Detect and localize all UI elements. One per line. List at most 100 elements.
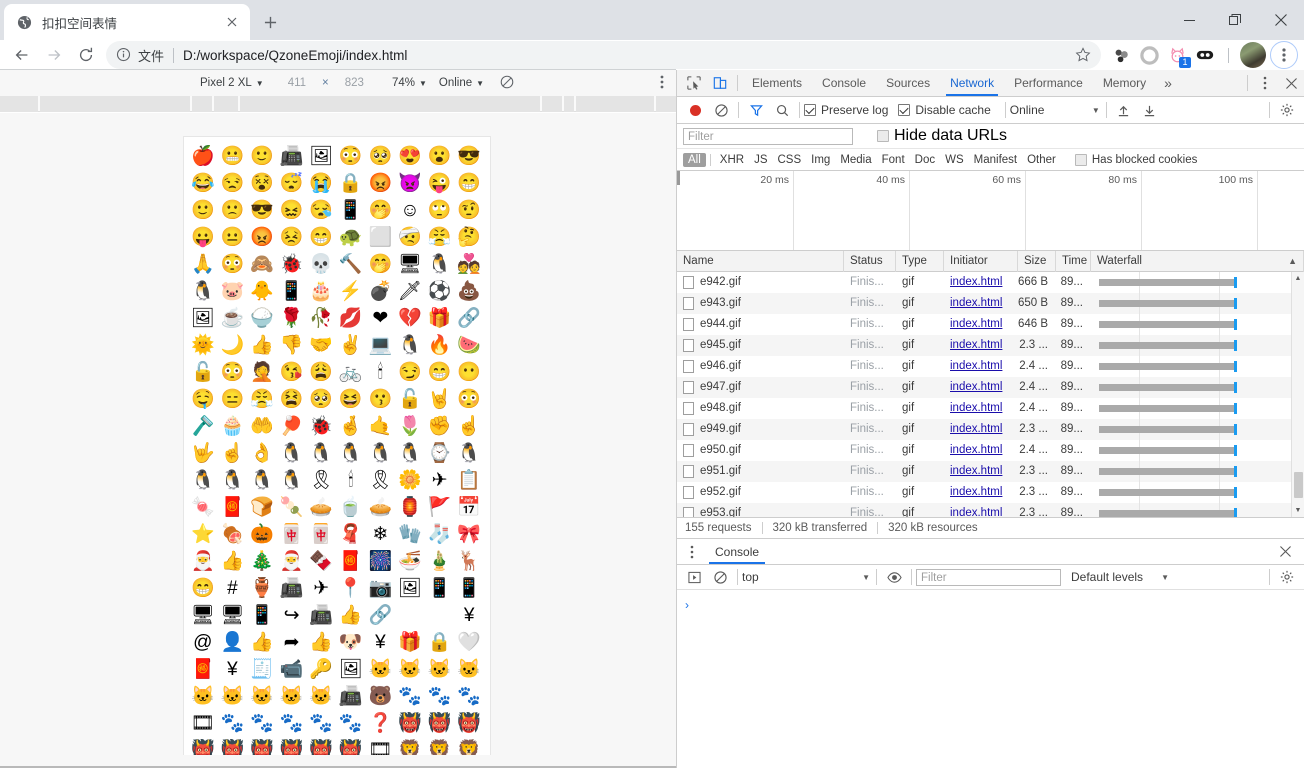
type-filter-css[interactable]: CSS — [772, 153, 806, 167]
disable-cache-checkbox[interactable]: Disable cache — [898, 103, 991, 117]
emoji-cell[interactable]: ✈ — [425, 467, 455, 494]
table-row[interactable]: e943.gif Finis... gif index.html 650 B 89... — [677, 293, 1304, 314]
request-initiator[interactable]: index.html — [944, 503, 1018, 517]
emoji-cell[interactable]: 🥧 — [366, 494, 396, 521]
request-name[interactable]: e951.gif — [677, 461, 844, 482]
emoji-cell[interactable]: 🤟 — [188, 440, 218, 467]
emoji-cell[interactable]: 🐱 — [218, 683, 248, 710]
table-row[interactable]: e945.gif Finis... gif index.html 2.3 ... 89..… — [677, 335, 1304, 356]
emoji-cell[interactable]: 🐱 — [395, 656, 425, 683]
emoji-cell[interactable]: 😛 — [188, 224, 218, 251]
emoji-cell[interactable]: 👍 — [218, 548, 248, 575]
emoji-cell[interactable]: 📹 — [277, 656, 307, 683]
emoji-cell[interactable]: 🎗 — [306, 467, 336, 494]
column-header-waterfall[interactable]: Waterfall — [1097, 251, 1142, 272]
emoji-cell[interactable]: ✈ — [306, 575, 336, 602]
scrollbar-thumb[interactable] — [1294, 472, 1303, 498]
emoji-cell[interactable]: 🐧 — [306, 440, 336, 467]
request-name[interactable]: e942.gif — [677, 272, 844, 293]
emoji-cell[interactable]: 😑 — [218, 386, 248, 413]
emoji-cell[interactable]: 🍎 — [188, 143, 218, 170]
emoji-cell[interactable]: 👹 — [188, 737, 218, 755]
emoji-cell[interactable]: 🧦 — [425, 521, 455, 548]
emoji-cell[interactable]: 😡 — [247, 224, 277, 251]
request-name[interactable]: e948.gif — [677, 398, 844, 419]
back-arrow-icon[interactable] — [6, 40, 38, 70]
emoji-cell[interactable]: 🍫 — [306, 548, 336, 575]
emoji-cell[interactable]: 🍉 — [454, 332, 484, 359]
type-filter-ws[interactable]: WS — [940, 153, 969, 167]
restore-icon[interactable] — [1212, 0, 1258, 40]
emoji-cell[interactable]: 😒 — [218, 170, 248, 197]
emoji-cell[interactable]: 🪒 — [188, 413, 218, 440]
emoji-cell[interactable]: 🐧 — [218, 467, 248, 494]
emoji-cell[interactable]: 😫 — [277, 386, 307, 413]
table-row[interactable]: e942.gif Finis... gif index.html 666 B 89... — [677, 272, 1304, 293]
preserve-log-checkbox[interactable]: Preserve log — [804, 103, 888, 117]
emoji-cell[interactable]: 📠 — [336, 683, 366, 710]
emoji-cell[interactable]: 🎞 — [188, 710, 218, 737]
table-row[interactable]: e951.gif Finis... gif index.html 2.3 ... 89..… — [677, 461, 1304, 482]
emoji-cell[interactable]: 💔 — [395, 305, 425, 332]
info-circle-icon[interactable] — [116, 47, 132, 63]
molecule-extension-icon[interactable] — [1107, 41, 1135, 69]
emoji-cell[interactable]: 👍 — [306, 629, 336, 656]
emoji-cell[interactable]: 🐱 — [366, 656, 396, 683]
emoji-cell[interactable]: 😭 — [306, 170, 336, 197]
emoji-cell[interactable]: 📱 — [336, 197, 366, 224]
emoji-cell[interactable]: 😡 — [366, 170, 396, 197]
emoji-cell[interactable]: 💻 — [366, 332, 396, 359]
emoji-cell[interactable]: 📷 — [366, 575, 396, 602]
emoji-cell[interactable]: 🐱 — [306, 683, 336, 710]
emoji-cell[interactable]: ❓ — [366, 710, 396, 737]
type-filter-other[interactable]: Other — [1022, 153, 1061, 167]
request-initiator[interactable]: index.html — [944, 482, 1018, 503]
emoji-cell[interactable]: 🏓 — [277, 413, 307, 440]
emoji-cell[interactable]: 💩 — [454, 278, 484, 305]
emoji-cell[interactable]: 🧧 — [218, 494, 248, 521]
emoji-cell[interactable]: 🥀 — [306, 305, 336, 332]
emoji-cell[interactable]: 💑 — [454, 251, 484, 278]
clear-icon[interactable] — [707, 564, 733, 590]
emoji-cell[interactable]: 🦁 — [454, 737, 484, 755]
emoji-cell[interactable]: 🎂 — [306, 278, 336, 305]
emoji-cell[interactable]: 📅 — [454, 494, 484, 521]
emoji-cell[interactable]: 🐧 — [188, 278, 218, 305]
emoji-cell[interactable]: ❤ — [366, 305, 396, 332]
emoji-cell[interactable]: 🚲 — [336, 359, 366, 386]
execute-context-icon[interactable] — [681, 564, 707, 590]
emoji-cell[interactable]: 🍞 — [247, 494, 277, 521]
type-filter-xhr[interactable]: XHR — [715, 153, 749, 167]
emoji-cell[interactable]: 😁 — [188, 575, 218, 602]
type-filter-manifest[interactable]: Manifest — [969, 153, 1022, 167]
oval-extension-icon[interactable] — [1191, 41, 1219, 69]
emoji-cell[interactable]: 👍 — [336, 602, 366, 629]
column-header-initiator[interactable]: Initiator — [944, 250, 1018, 272]
emoji-cell[interactable]: 🔒 — [336, 170, 366, 197]
emoji-cell[interactable]: 🐧 — [395, 440, 425, 467]
rotate-icon[interactable] — [500, 75, 514, 92]
page-viewport[interactable]: 🍎 😬 🙂 📠 🖼 😳 🥺 😍 😮 😎 😂 😒 😵 😴 😭 🔒 😡 👿 😜 😁 🙂 🙁 😎 😖 😪 📱 🤭 ☺ 🙄 🤨 😛 😐 😡 😣 😁 🐢 ⬜ 🤕 😤 🤔… — [0, 113, 676, 755]
emoji-cell[interactable]: 🐱 — [247, 683, 277, 710]
request-name[interactable]: e947.gif — [677, 377, 844, 398]
emoji-cell[interactable]: 👹 — [454, 710, 484, 737]
more-tabs-icon[interactable]: » — [1156, 75, 1180, 91]
tab-console[interactable]: Console — [812, 70, 876, 96]
emoji-cell[interactable]: 🐧 — [188, 467, 218, 494]
request-name[interactable]: e946.gif — [677, 356, 844, 377]
emoji-cell[interactable]: ⭐ — [188, 521, 218, 548]
column-header-status[interactable]: Status — [844, 250, 896, 272]
emoji-cell[interactable]: 🙁 — [218, 197, 248, 224]
emoji-cell[interactable]: 🕯 — [336, 467, 366, 494]
emoji-cell[interactable]: 🐾 — [336, 710, 366, 737]
console-levels-dropdown[interactable]: Default levels ▼ — [1071, 570, 1171, 584]
emoji-cell[interactable]: 🙂 — [247, 143, 277, 170]
emoji-cell[interactable]: 🎅 — [188, 548, 218, 575]
emoji-panel[interactable]: 🍎 😬 🙂 📠 🖼 😳 🥺 😍 😮 😎 😂 😒 😵 😴 😭 🔒 😡 👿 😜 😁 🙂 🙁 😎 😖 😪 📱 🤭 ☺ 🙄 🤨 😛 😐 😡 😣 😁 🐢 ⬜ 🤕 😤 🤔… — [183, 136, 491, 755]
devtools-close-icon[interactable] — [1278, 70, 1304, 96]
emoji-cell[interactable]: 📋 — [454, 467, 484, 494]
emoji-cell[interactable]: 🔓 — [395, 386, 425, 413]
emoji-cell[interactable]: 😜 — [425, 170, 455, 197]
request-initiator[interactable]: index.html — [944, 398, 1018, 419]
emoji-cell[interactable]: 😴 — [277, 170, 307, 197]
